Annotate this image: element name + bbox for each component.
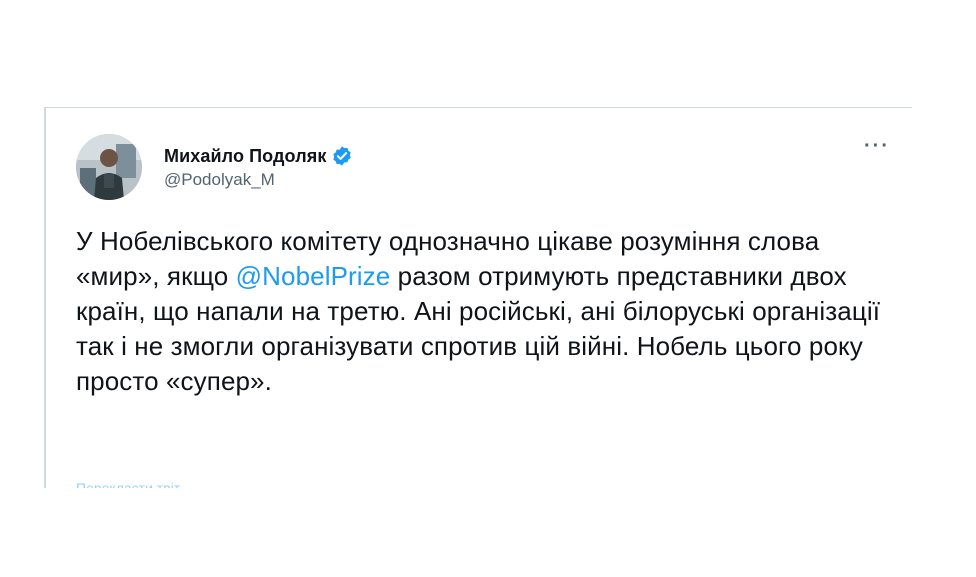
- tweet-card[interactable]: Михайло Подоляк @Podolyak_M ··· У Нобелі…: [44, 107, 912, 488]
- author-handle[interactable]: @Podolyak_M: [164, 170, 353, 190]
- avatar-photo: [76, 134, 142, 200]
- avatar[interactable]: [76, 134, 142, 200]
- more-options-icon[interactable]: ···: [864, 136, 890, 156]
- screenshot-stage: Михайло Подоляк @Podolyak_M ··· У Нобелі…: [0, 0, 976, 577]
- translate-tweet-link[interactable]: Перекласти твіт: [76, 480, 180, 488]
- author-display-name[interactable]: Михайло Подоляк: [164, 146, 326, 167]
- mention-link[interactable]: @NobelPrize: [236, 261, 391, 291]
- tweet-text: У Нобелівського комітету однозначно ціка…: [76, 224, 886, 399]
- tweet-author[interactable]: Михайло Подоляк @Podolyak_M: [164, 144, 353, 190]
- author-name-row: Михайло Подоляк: [164, 144, 353, 168]
- verified-badge-icon: [331, 145, 353, 167]
